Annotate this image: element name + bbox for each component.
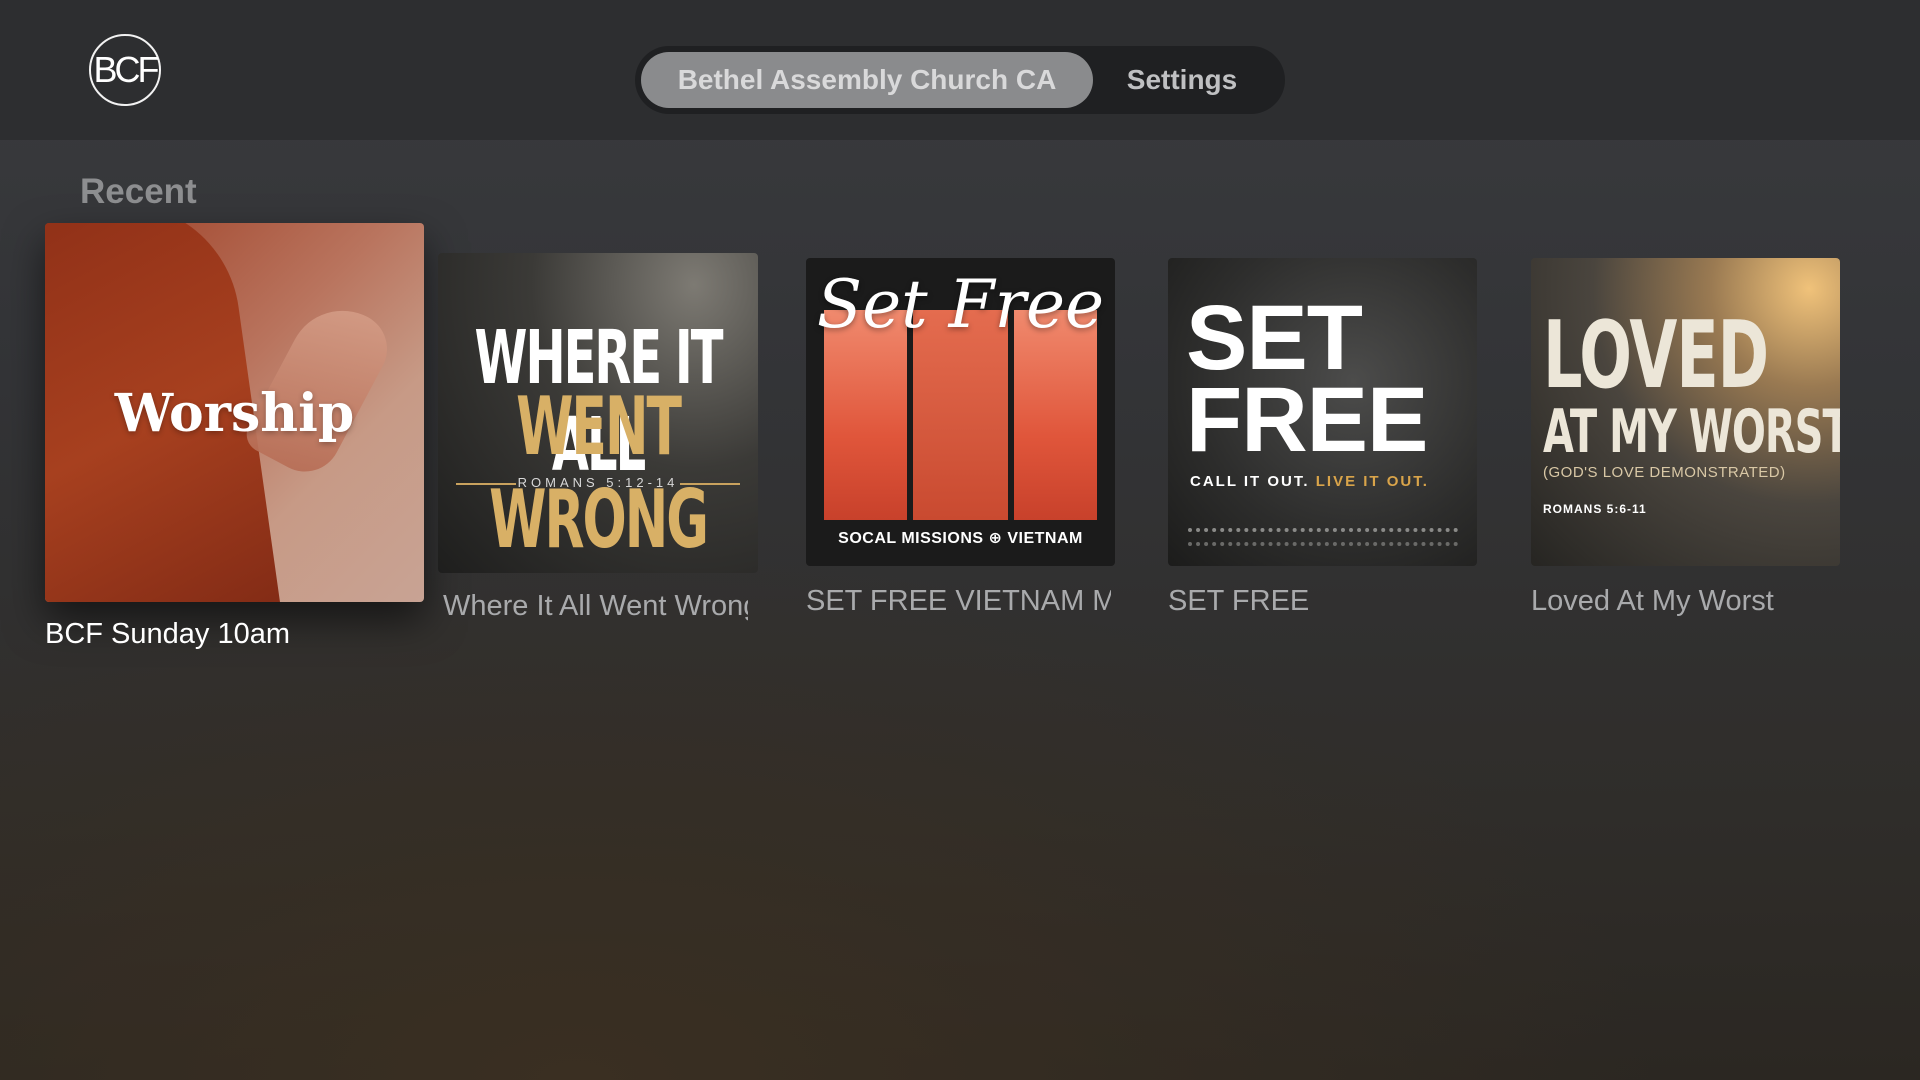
artwork-set-free[interactable]: SET FREE CALL IT OUT. LIVE IT OUT. <box>1168 258 1477 566</box>
artwork-worship[interactable]: Worship <box>45 223 424 602</box>
artwork-scripture-ref: ROMANS 5:12-14 <box>517 475 679 490</box>
artwork-scripture-ref: ROMANS 5:6-11 <box>1543 502 1647 516</box>
tab-bethel-assembly-church[interactable]: Bethel Assembly Church CA <box>641 52 1093 108</box>
item-caption: Loved At My Worst <box>1531 585 1774 617</box>
item-caption: BCF Sunday 10am <box>45 618 291 650</box>
artwork-loved-at-my-worst[interactable]: LOVED AT MY WORST (GOD'S LOVE DEMONSTRAT… <box>1531 258 1840 566</box>
item-caption: Where It All Went Wrong <box>443 590 748 622</box>
artwork-line-1: SET <box>1186 287 1363 389</box>
artwork-line-1: LOVED <box>1543 300 1769 410</box>
artwork-subtitle: (GOD'S LOVE DEMONSTRATED) <box>1543 464 1786 481</box>
artwork-line-2: WENT WRONG <box>489 381 709 567</box>
artwork-script-title: Set Free <box>816 266 1105 343</box>
artwork-tagline-a: CALL IT OUT. <box>1190 473 1310 490</box>
item-caption: SET FREE <box>1168 585 1310 617</box>
artwork-footer: SOCAL MISSIONS ⊕ VIETNAM <box>838 530 1083 547</box>
artwork-where-it-all-went-wrong[interactable]: WHERE IT ALL WENT WRONG ROMANS 5:12-14 <box>438 253 758 573</box>
tab-settings[interactable]: Settings <box>1093 52 1271 108</box>
artwork-line-2: AT MY WORST <box>1543 398 1840 467</box>
artwork-tagline: CALL IT OUT. LIVE IT OUT. <box>1190 473 1429 490</box>
artwork-chain <box>1188 528 1458 546</box>
artwork-set-free-vietnam[interactable]: Set Free SOCAL MISSIONS ⊕ VIETNAM <box>806 258 1115 566</box>
artwork-title: Worship <box>114 383 355 444</box>
artwork-tagline-b: LIVE IT OUT. <box>1315 473 1429 490</box>
artwork-line-2: FREE <box>1186 369 1428 471</box>
item-caption: SET FREE VIETNAM MISSIONS <box>806 585 1111 617</box>
tab-bar: Bethel Assembly Church CA Settings <box>635 46 1285 114</box>
section-title-recent: Recent <box>80 172 197 211</box>
logo-text: BCF <box>93 49 160 90</box>
bcf-logo: BCF <box>89 34 161 106</box>
